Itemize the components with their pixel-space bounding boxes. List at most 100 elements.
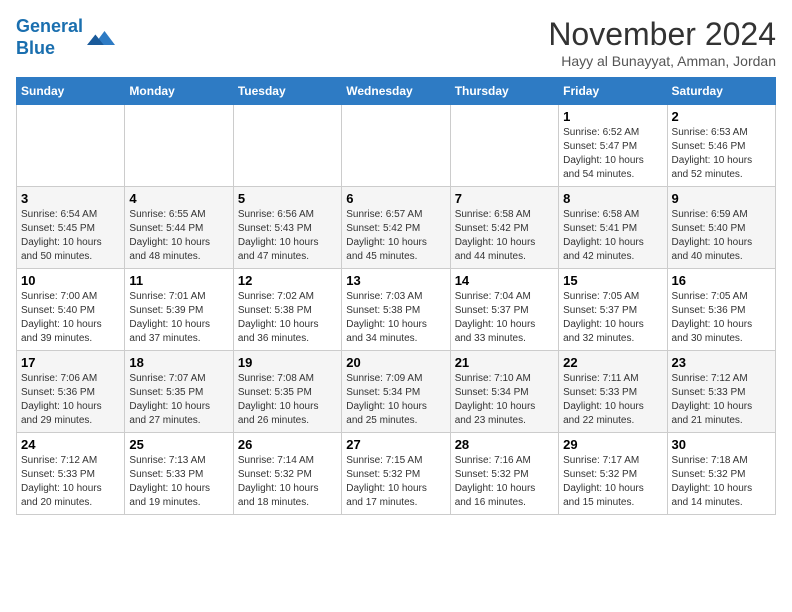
day-cell <box>450 105 558 187</box>
day-number: 28 <box>455 437 554 452</box>
day-info: Sunrise: 7:04 AM Sunset: 5:37 PM Dayligh… <box>455 290 554 346</box>
day-cell: 7 Sunrise: 6:58 AM Sunset: 5:42 PM Daylig… <box>450 187 558 269</box>
day-info: Sunrise: 6:55 AM Sunset: 5:44 PM Dayligh… <box>129 208 228 264</box>
day-cell: 9 Sunrise: 6:59 AM Sunset: 5:40 PM Daylig… <box>667 187 775 269</box>
day-info: Sunrise: 7:15 AM Sunset: 5:32 PM Dayligh… <box>346 454 445 510</box>
header-thursday: Thursday <box>450 78 558 105</box>
day-info: Sunrise: 6:56 AM Sunset: 5:43 PM Dayligh… <box>238 208 337 264</box>
header-friday: Friday <box>559 78 667 105</box>
logo-text: GeneralBlue <box>16 16 83 59</box>
day-info: Sunrise: 7:07 AM Sunset: 5:35 PM Dayligh… <box>129 372 228 428</box>
day-info: Sunrise: 7:02 AM Sunset: 5:38 PM Dayligh… <box>238 290 337 346</box>
day-cell: 15 Sunrise: 7:05 AM Sunset: 5:37 PM Dayli… <box>559 269 667 351</box>
day-info: Sunrise: 7:12 AM Sunset: 5:33 PM Dayligh… <box>21 454 120 510</box>
day-number: 19 <box>238 355 337 370</box>
day-info: Sunrise: 6:52 AM Sunset: 5:47 PM Dayligh… <box>563 126 662 182</box>
day-number: 13 <box>346 273 445 288</box>
day-info: Sunrise: 6:59 AM Sunset: 5:40 PM Dayligh… <box>672 208 771 264</box>
day-cell: 2 Sunrise: 6:53 AM Sunset: 5:46 PM Daylig… <box>667 105 775 187</box>
day-cell: 30Sunrise: 7:18 AM Sunset: 5:32 PM Dayli… <box>667 433 775 515</box>
day-info: Sunrise: 7:13 AM Sunset: 5:33 PM Dayligh… <box>129 454 228 510</box>
calendar-body: 1 Sunrise: 6:52 AM Sunset: 5:47 PM Daylig… <box>17 105 776 515</box>
calendar-header-row: SundayMondayTuesdayWednesdayThursdayFrid… <box>17 78 776 105</box>
day-info: Sunrise: 7:05 AM Sunset: 5:36 PM Dayligh… <box>672 290 771 346</box>
day-info: Sunrise: 7:16 AM Sunset: 5:32 PM Dayligh… <box>455 454 554 510</box>
day-info: Sunrise: 7:08 AM Sunset: 5:35 PM Dayligh… <box>238 372 337 428</box>
day-cell: 16 Sunrise: 7:05 AM Sunset: 5:36 PM Dayli… <box>667 269 775 351</box>
day-cell: 3 Sunrise: 6:54 AM Sunset: 5:45 PM Daylig… <box>17 187 125 269</box>
day-cell: 11Sunrise: 7:01 AM Sunset: 5:39 PM Dayli… <box>125 269 233 351</box>
day-info: Sunrise: 7:17 AM Sunset: 5:32 PM Dayligh… <box>563 454 662 510</box>
day-info: Sunrise: 6:57 AM Sunset: 5:42 PM Dayligh… <box>346 208 445 264</box>
day-cell: 26 Sunrise: 7:14 AM Sunset: 5:32 PM Dayli… <box>233 433 341 515</box>
day-info: Sunrise: 7:05 AM Sunset: 5:37 PM Dayligh… <box>563 290 662 346</box>
day-info: Sunrise: 7:06 AM Sunset: 5:36 PM Dayligh… <box>21 372 120 428</box>
day-number: 4 <box>129 191 228 206</box>
day-cell: 29 Sunrise: 7:17 AM Sunset: 5:32 PM Dayli… <box>559 433 667 515</box>
day-cell: 13 Sunrise: 7:03 AM Sunset: 5:38 PM Dayli… <box>342 269 450 351</box>
day-number: 3 <box>21 191 120 206</box>
day-number: 12 <box>238 273 337 288</box>
day-cell: 8Sunrise: 6:58 AM Sunset: 5:41 PM Daylig… <box>559 187 667 269</box>
day-number: 17 <box>21 355 120 370</box>
day-cell: 14Sunrise: 7:04 AM Sunset: 5:37 PM Dayli… <box>450 269 558 351</box>
day-number: 27 <box>346 437 445 452</box>
day-cell <box>233 105 341 187</box>
day-cell: 5 Sunrise: 6:56 AM Sunset: 5:43 PM Daylig… <box>233 187 341 269</box>
day-number: 2 <box>672 109 771 124</box>
day-cell: 25 Sunrise: 7:13 AM Sunset: 5:33 PM Dayli… <box>125 433 233 515</box>
title-block: November 2024 Hayy al Bunayyat, Amman, J… <box>548 16 776 69</box>
day-number: 16 <box>672 273 771 288</box>
day-cell: 4 Sunrise: 6:55 AM Sunset: 5:44 PM Daylig… <box>125 187 233 269</box>
day-number: 29 <box>563 437 662 452</box>
calendar-table: SundayMondayTuesdayWednesdayThursdayFrid… <box>16 77 776 515</box>
day-number: 23 <box>672 355 771 370</box>
day-number: 15 <box>563 273 662 288</box>
day-number: 21 <box>455 355 554 370</box>
day-cell: 28 Sunrise: 7:16 AM Sunset: 5:32 PM Dayli… <box>450 433 558 515</box>
day-info: Sunrise: 7:14 AM Sunset: 5:32 PM Dayligh… <box>238 454 337 510</box>
day-cell: 21 Sunrise: 7:10 AM Sunset: 5:34 PM Dayli… <box>450 351 558 433</box>
day-cell: 17 Sunrise: 7:06 AM Sunset: 5:36 PM Dayli… <box>17 351 125 433</box>
day-number: 6 <box>346 191 445 206</box>
day-info: Sunrise: 7:00 AM Sunset: 5:40 PM Dayligh… <box>21 290 120 346</box>
day-number: 5 <box>238 191 337 206</box>
day-info: Sunrise: 6:53 AM Sunset: 5:46 PM Dayligh… <box>672 126 771 182</box>
day-info: Sunrise: 7:12 AM Sunset: 5:33 PM Dayligh… <box>672 372 771 428</box>
day-number: 11 <box>129 273 228 288</box>
logo-icon <box>87 24 115 52</box>
week-row-0: 1 Sunrise: 6:52 AM Sunset: 5:47 PM Daylig… <box>17 105 776 187</box>
day-number: 1 <box>563 109 662 124</box>
day-number: 25 <box>129 437 228 452</box>
day-cell: 24 Sunrise: 7:12 AM Sunset: 5:33 PM Dayli… <box>17 433 125 515</box>
day-number: 10 <box>21 273 120 288</box>
day-cell: 6 Sunrise: 6:57 AM Sunset: 5:42 PM Daylig… <box>342 187 450 269</box>
header-tuesday: Tuesday <box>233 78 341 105</box>
day-cell: 19 Sunrise: 7:08 AM Sunset: 5:35 PM Dayli… <box>233 351 341 433</box>
day-cell: 10 Sunrise: 7:00 AM Sunset: 5:40 PM Dayli… <box>17 269 125 351</box>
day-info: Sunrise: 7:18 AM Sunset: 5:32 PM Dayligh… <box>672 454 771 510</box>
day-number: 7 <box>455 191 554 206</box>
month-title: November 2024 <box>548 16 776 53</box>
week-row-2: 10 Sunrise: 7:00 AM Sunset: 5:40 PM Dayli… <box>17 269 776 351</box>
day-cell <box>125 105 233 187</box>
day-cell: 12 Sunrise: 7:02 AM Sunset: 5:38 PM Dayli… <box>233 269 341 351</box>
week-row-1: 3 Sunrise: 6:54 AM Sunset: 5:45 PM Daylig… <box>17 187 776 269</box>
day-number: 26 <box>238 437 337 452</box>
day-cell: 1 Sunrise: 6:52 AM Sunset: 5:47 PM Daylig… <box>559 105 667 187</box>
week-row-3: 17 Sunrise: 7:06 AM Sunset: 5:36 PM Dayli… <box>17 351 776 433</box>
location-subtitle: Hayy al Bunayyat, Amman, Jordan <box>548 53 776 69</box>
header-saturday: Saturday <box>667 78 775 105</box>
day-info: Sunrise: 7:11 AM Sunset: 5:33 PM Dayligh… <box>563 372 662 428</box>
day-cell: 27 Sunrise: 7:15 AM Sunset: 5:32 PM Dayli… <box>342 433 450 515</box>
week-row-4: 24 Sunrise: 7:12 AM Sunset: 5:33 PM Dayli… <box>17 433 776 515</box>
day-number: 9 <box>672 191 771 206</box>
day-cell <box>342 105 450 187</box>
day-number: 20 <box>346 355 445 370</box>
day-info: Sunrise: 7:03 AM Sunset: 5:38 PM Dayligh… <box>346 290 445 346</box>
day-info: Sunrise: 6:58 AM Sunset: 5:42 PM Dayligh… <box>455 208 554 264</box>
day-number: 24 <box>21 437 120 452</box>
day-info: Sunrise: 6:54 AM Sunset: 5:45 PM Dayligh… <box>21 208 120 264</box>
day-cell: 20Sunrise: 7:09 AM Sunset: 5:34 PM Dayli… <box>342 351 450 433</box>
day-info: Sunrise: 7:10 AM Sunset: 5:34 PM Dayligh… <box>455 372 554 428</box>
